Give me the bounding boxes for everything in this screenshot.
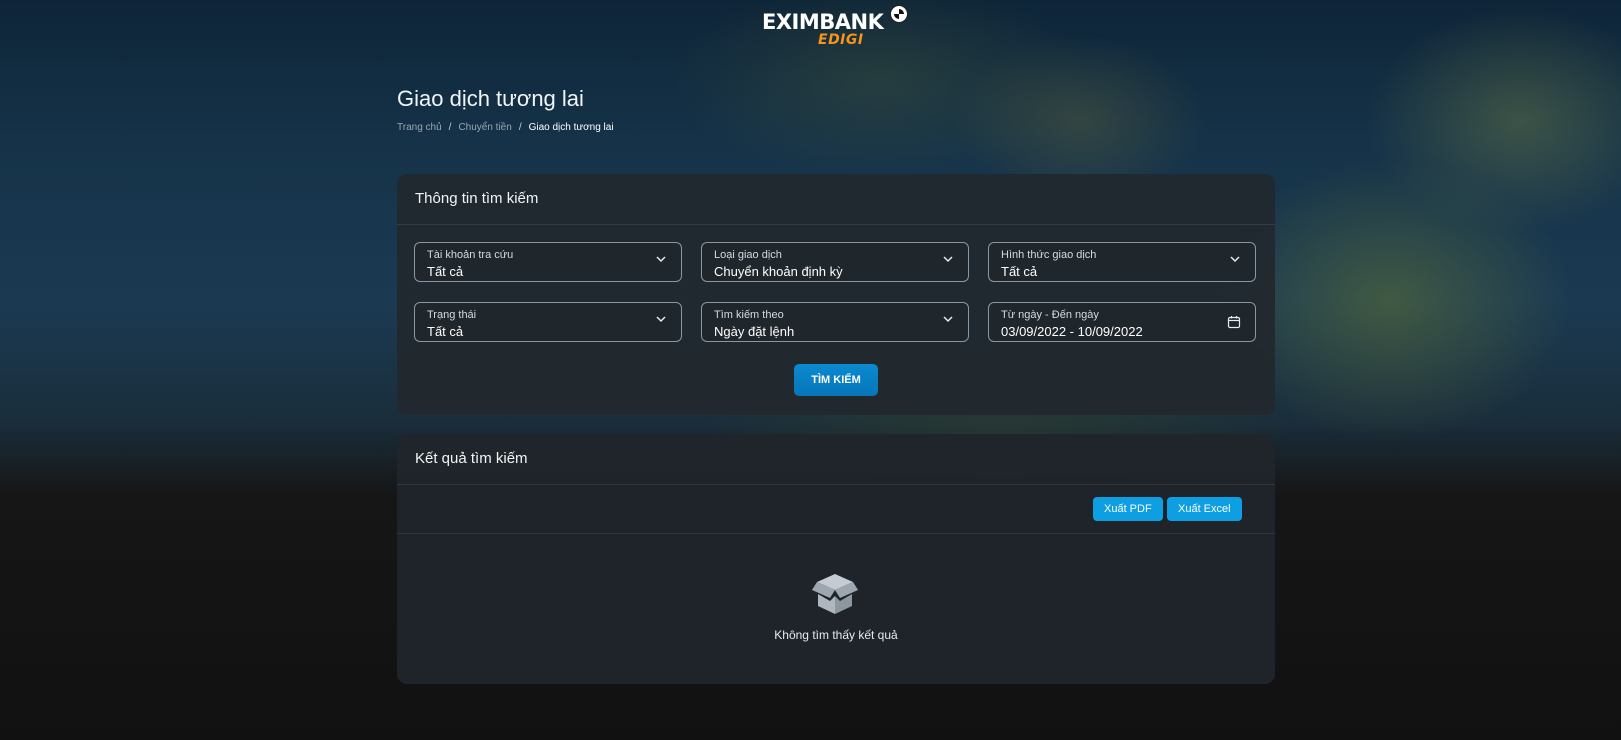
breadcrumb-separator: / — [448, 122, 452, 133]
transaction-type-select[interactable]: Loại giao dịch Chuyển khoản định kỳ — [701, 242, 969, 282]
account-select[interactable]: Tài khoản tra cứu Tất cả — [414, 242, 682, 282]
chevron-down-icon — [656, 316, 666, 323]
breadcrumb-current: Giao dịch tương lai — [528, 122, 614, 133]
breadcrumb-transfer[interactable]: Chuyển tiền — [458, 122, 511, 133]
calendar-icon[interactable] — [1227, 315, 1241, 329]
transaction-form-select[interactable]: Hình thức giao dịch Tất cả — [988, 242, 1256, 282]
empty-box-icon — [812, 574, 858, 614]
status-select-value: Tất cả — [427, 324, 464, 339]
transaction-type-value: Chuyển khoản định kỳ — [714, 264, 843, 279]
chevron-down-icon — [656, 256, 666, 263]
date-range-value: 03/09/2022 - 10/09/2022 — [1001, 324, 1143, 339]
breadcrumb-separator: / — [518, 122, 522, 133]
search-by-select[interactable]: Tìm kiếm theo Ngày đặt lệnh — [701, 302, 969, 342]
export-pdf-button[interactable]: Xuất PDF — [1093, 497, 1163, 521]
search-panel: Thông tin tìm kiếm Tài khoản tra cứu Tất… — [397, 174, 1275, 415]
transaction-type-label: Loại giao dịch — [714, 249, 782, 261]
page-title: Giao dịch tương lai — [397, 86, 584, 111]
results-panel: Kết quả tìm kiếm Xuất PDF Xuất Excel Khô… — [397, 434, 1275, 684]
logo-subtext: EDIGI — [818, 32, 864, 48]
export-excel-button[interactable]: Xuất Excel — [1167, 497, 1242, 521]
account-select-value: Tất cả — [427, 264, 464, 279]
empty-result-text: Không tìm thấy kết quả — [774, 628, 898, 642]
logo-text: EXIMBANK — [762, 10, 884, 34]
status-select[interactable]: Trạng thái Tất cả — [414, 302, 682, 342]
search-by-label: Tìm kiếm theo — [714, 309, 784, 321]
search-button[interactable]: TÌM KIẾM — [794, 364, 878, 396]
date-range-picker[interactable]: Từ ngày - Đến ngày 03/09/2022 - 10/09/20… — [988, 302, 1256, 342]
transaction-form-value: Tất cả — [1001, 264, 1038, 279]
chevron-down-icon — [1230, 256, 1240, 263]
results-panel-header: Kết quả tìm kiếm — [397, 434, 1275, 485]
date-range-label: Từ ngày - Đến ngày — [1001, 309, 1099, 321]
search-by-value: Ngày đặt lệnh — [714, 324, 795, 339]
chevron-down-icon — [943, 316, 953, 323]
eximbank-logo[interactable]: EXIMBANK EDIGI — [762, 5, 932, 50]
breadcrumb-home[interactable]: Trang chủ — [397, 122, 442, 133]
chevron-down-icon — [943, 256, 953, 263]
search-panel-header: Thông tin tìm kiếm — [397, 174, 1275, 225]
logo-badge-icon — [890, 5, 908, 23]
account-select-label: Tài khoản tra cứu — [427, 249, 514, 261]
breadcrumb: Trang chủ / Chuyển tiền / Giao dịch tương la… — [397, 122, 614, 133]
results-toolbar: Xuất PDF Xuất Excel — [397, 485, 1275, 534]
status-select-label: Trạng thái — [427, 309, 477, 321]
transaction-form-label: Hình thức giao dịch — [1001, 249, 1097, 261]
